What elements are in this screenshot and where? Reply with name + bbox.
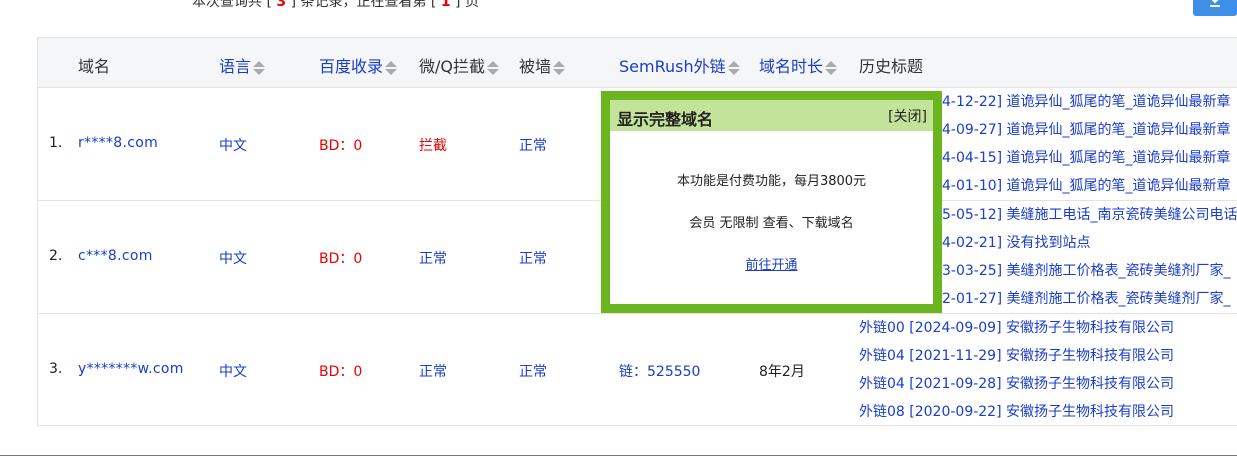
sort-icon <box>487 60 499 76</box>
history-link[interactable]: 2-01-27] 美缝剂施工价格表_瓷砖美缝剂厂家_ <box>942 288 1231 308</box>
popup-price-text: 本功能是付费功能，每月3800元 <box>676 174 867 189</box>
summary-page: 1 <box>440 0 451 10</box>
col-baidu[interactable]: 百度收录 <box>319 53 398 77</box>
row-domain-age: 8年2月 <box>759 364 805 380</box>
row-domain-link[interactable]: c***8.com <box>78 248 153 264</box>
col-wall-label: 被墙 <box>519 57 552 76</box>
summary-total: 3 <box>276 0 287 10</box>
sort-icon <box>727 60 740 76</box>
history-link[interactable]: 4-02-21] 没有找到站点 <box>942 232 1091 252</box>
row-index: 2. <box>49 248 63 264</box>
row-index: 1. <box>49 135 63 151</box>
row-wall-status: 正常 <box>519 364 547 380</box>
history-link[interactable]: 3-03-25] 美缝剂施工价格表_瓷砖美缝剂厂家_ <box>942 260 1231 280</box>
table-row: 3. y*******w.com 中文 BD：0 正常 正常 链：525550 … <box>38 313 1237 425</box>
summary-suffix: ] 页 <box>450 0 479 10</box>
popup-link-wrap: 前往开通 <box>610 254 933 273</box>
row-semrush-links: 链：525550 <box>619 364 701 380</box>
col-lang-label: 语言 <box>219 57 252 76</box>
row-lang: 中文 <box>219 364 247 380</box>
summary-middle: ] 条记录，正在查看第 [ <box>286 0 441 10</box>
download-button[interactable] <box>1193 0 1237 16</box>
result-summary: 本次查询共 [ 3 ] 条记录，正在查看第 [ 1 ] 页 <box>192 0 479 11</box>
summary-prefix: 本次查询共 [ <box>192 0 277 10</box>
sort-icon <box>553 60 566 76</box>
popup-subscribe-link[interactable]: 前往开通 <box>745 258 797 273</box>
col-history-label: 历史标题 <box>859 57 924 76</box>
row-baidu: BD：0 <box>319 251 363 267</box>
history-link[interactable]: 外链04 [2021-11-29] 安徽扬子生物科技有限公司 <box>859 345 1174 365</box>
history-link[interactable]: 外链04 [2021-09-28] 安徽扬子生物科技有限公司 <box>859 373 1174 393</box>
row-baidu: BD：0 <box>319 364 363 380</box>
col-wq-label: 微/Q拦截 <box>419 57 485 76</box>
col-age-label: 域名时长 <box>759 57 824 76</box>
row-index: 3. <box>49 361 63 377</box>
col-semrush-label: SemRush外链 <box>619 57 726 76</box>
col-lang[interactable]: 语言 <box>219 53 266 77</box>
popup-header: 显示完整域名 [关闭] <box>610 100 933 131</box>
col-semrush[interactable]: SemRush外链 <box>619 53 740 77</box>
row-wall-status: 正常 <box>519 251 547 267</box>
row-lang: 中文 <box>219 251 247 267</box>
col-wq[interactable]: 微/Q拦截 <box>419 53 499 77</box>
full-domain-popup: 显示完整域名 [关闭] 本功能是付费功能，每月3800元 会员 无限制 查看、下… <box>601 91 942 313</box>
row-lang: 中文 <box>219 138 247 154</box>
popup-close-button[interactable]: [关闭] <box>888 106 927 126</box>
row-wall-status: 正常 <box>519 138 547 154</box>
col-history: 历史标题 <box>859 53 923 77</box>
history-link[interactable]: 5-05-12] 美缝施工电话_南京瓷砖美缝公司电话 <box>942 204 1237 224</box>
row-wq-status: 正常 <box>419 251 447 267</box>
history-link[interactable]: 外链08 [2020-09-22] 安徽扬子生物科技有限公司 <box>859 401 1174 421</box>
col-age[interactable]: 域名时长 <box>759 53 838 77</box>
row-domain-link[interactable]: y*******w.com <box>78 361 184 377</box>
sort-icon <box>253 60 266 76</box>
history-link[interactable]: 4-04-15] 道诡异仙_狐尾的笔_道诡异仙最新章 <box>942 147 1231 167</box>
popup-member-text: 会员 无限制 查看、下载域名 <box>689 216 854 231</box>
sort-icon <box>385 60 398 76</box>
col-domain: 域名 <box>78 53 110 77</box>
page-divider <box>0 455 1237 456</box>
download-icon <box>1210 0 1220 7</box>
col-baidu-label: 百度收录 <box>319 57 384 76</box>
history-link[interactable]: 4-09-27] 道诡异仙_狐尾的笔_道诡异仙最新章 <box>942 119 1231 139</box>
table-header: 域名 语言 百度收录 微/Q拦截 被墙 SemRush外链 域名时长 历史标题 <box>38 38 1237 88</box>
col-wall[interactable]: 被墙 <box>519 53 566 77</box>
row-baidu: BD：0 <box>319 138 363 154</box>
popup-title: 显示完整域名 <box>617 110 714 129</box>
history-link[interactable]: 4-01-10] 道诡异仙_狐尾的笔_道诡异仙最新章 <box>942 175 1231 195</box>
history-link[interactable]: 外链00 [2024-09-09] 安徽扬子生物科技有限公司 <box>859 317 1174 337</box>
history-link[interactable]: 4-12-22] 道诡异仙_狐尾的笔_道诡异仙最新章 <box>942 91 1231 111</box>
col-domain-label: 域名 <box>78 57 111 76</box>
row-domain-link[interactable]: r****8.com <box>78 135 158 151</box>
row-wq-status: 正常 <box>419 364 447 380</box>
sort-icon <box>825 60 838 76</box>
row-wq-status: 拦截 <box>419 138 447 154</box>
